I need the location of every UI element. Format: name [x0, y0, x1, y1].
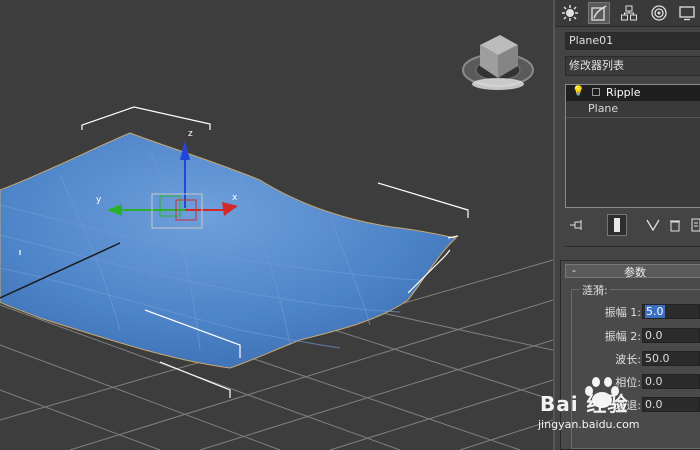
lightbulb-icon[interactable]: 💡 [572, 86, 584, 97]
configure-icon [691, 218, 700, 232]
modifier-list-dropdown[interactable]: 修改器列表 [565, 56, 700, 76]
amplitude2-spinner[interactable]: 0.0 [642, 328, 700, 343]
command-panel-tabs [555, 0, 700, 27]
motion-icon [651, 5, 667, 21]
wavelength-spinner[interactable]: 50.0 [642, 351, 700, 366]
decay-spinner[interactable]: 0.0 [642, 397, 700, 412]
hierarchy-tab[interactable] [618, 2, 640, 24]
sun-icon [562, 5, 578, 21]
viewcube[interactable] [462, 35, 534, 90]
configure-modifier-sets-button[interactable] [689, 214, 700, 236]
remove-modifier-button[interactable] [665, 214, 685, 236]
create-tab[interactable] [559, 2, 581, 24]
display-tab[interactable] [676, 2, 698, 24]
make-unique-icon [646, 219, 660, 232]
show-end-result-button[interactable] [607, 214, 627, 236]
gizmo-z-label: z [188, 129, 193, 139]
wavelength-label: 波长: [615, 353, 641, 366]
pin-stack-button[interactable] [567, 214, 587, 236]
make-unique-button[interactable] [643, 214, 663, 236]
watermark-brand: Bai 经验 [540, 392, 629, 416]
gizmo-y-label: y [96, 195, 102, 205]
app-window: z y x Plane01 修改器列表 💡 Ripple Plane - 参数 … [0, 0, 700, 450]
rollout-title: 参数 [624, 266, 646, 279]
modifier-stack-label: Ripple [606, 86, 641, 99]
amplitude1-value: 5.0 [645, 305, 665, 318]
modifier-stack-label: Plane [588, 102, 619, 115]
modifier-stack[interactable]: 💡 Ripple Plane [565, 84, 700, 208]
trash-icon [670, 220, 680, 232]
ripple-group-label: 涟漪: [580, 282, 610, 298]
expand-plus-icon[interactable] [592, 88, 600, 96]
parameters-rollout-header[interactable]: - 参数 [565, 264, 700, 279]
end-result-icon [614, 218, 620, 232]
watermark-url: jingyan.baidu.com [538, 418, 640, 431]
object-name-field[interactable]: Plane01 [565, 32, 700, 50]
modifier-list-label: 修改器列表 [569, 59, 624, 72]
modifier-stack-item-ripple[interactable]: 💡 Ripple [566, 85, 700, 101]
modifier-stack-item-plane[interactable]: Plane [566, 101, 700, 118]
modify-icon [591, 5, 607, 21]
viewport-scene: z y x [0, 35, 553, 450]
phase-spinner[interactable]: 0.0 [642, 374, 700, 389]
modify-tab[interactable] [588, 2, 610, 24]
amplitude2-label: 振幅 2: [604, 330, 641, 343]
motion-tab[interactable] [648, 2, 670, 24]
amplitude1-spinner[interactable]: 5.0 [642, 304, 700, 319]
perspective-viewport[interactable]: z y x [0, 0, 553, 450]
display-icon [679, 6, 695, 21]
gizmo-x-label: x [232, 193, 238, 203]
pin-icon [570, 220, 582, 230]
panel-divider [565, 246, 700, 247]
ripple-plane-surface[interactable] [0, 132, 458, 369]
hierarchy-icon [621, 5, 637, 21]
amplitude1-label: 振幅 1: [604, 306, 641, 319]
stack-toolbar [565, 214, 700, 236]
